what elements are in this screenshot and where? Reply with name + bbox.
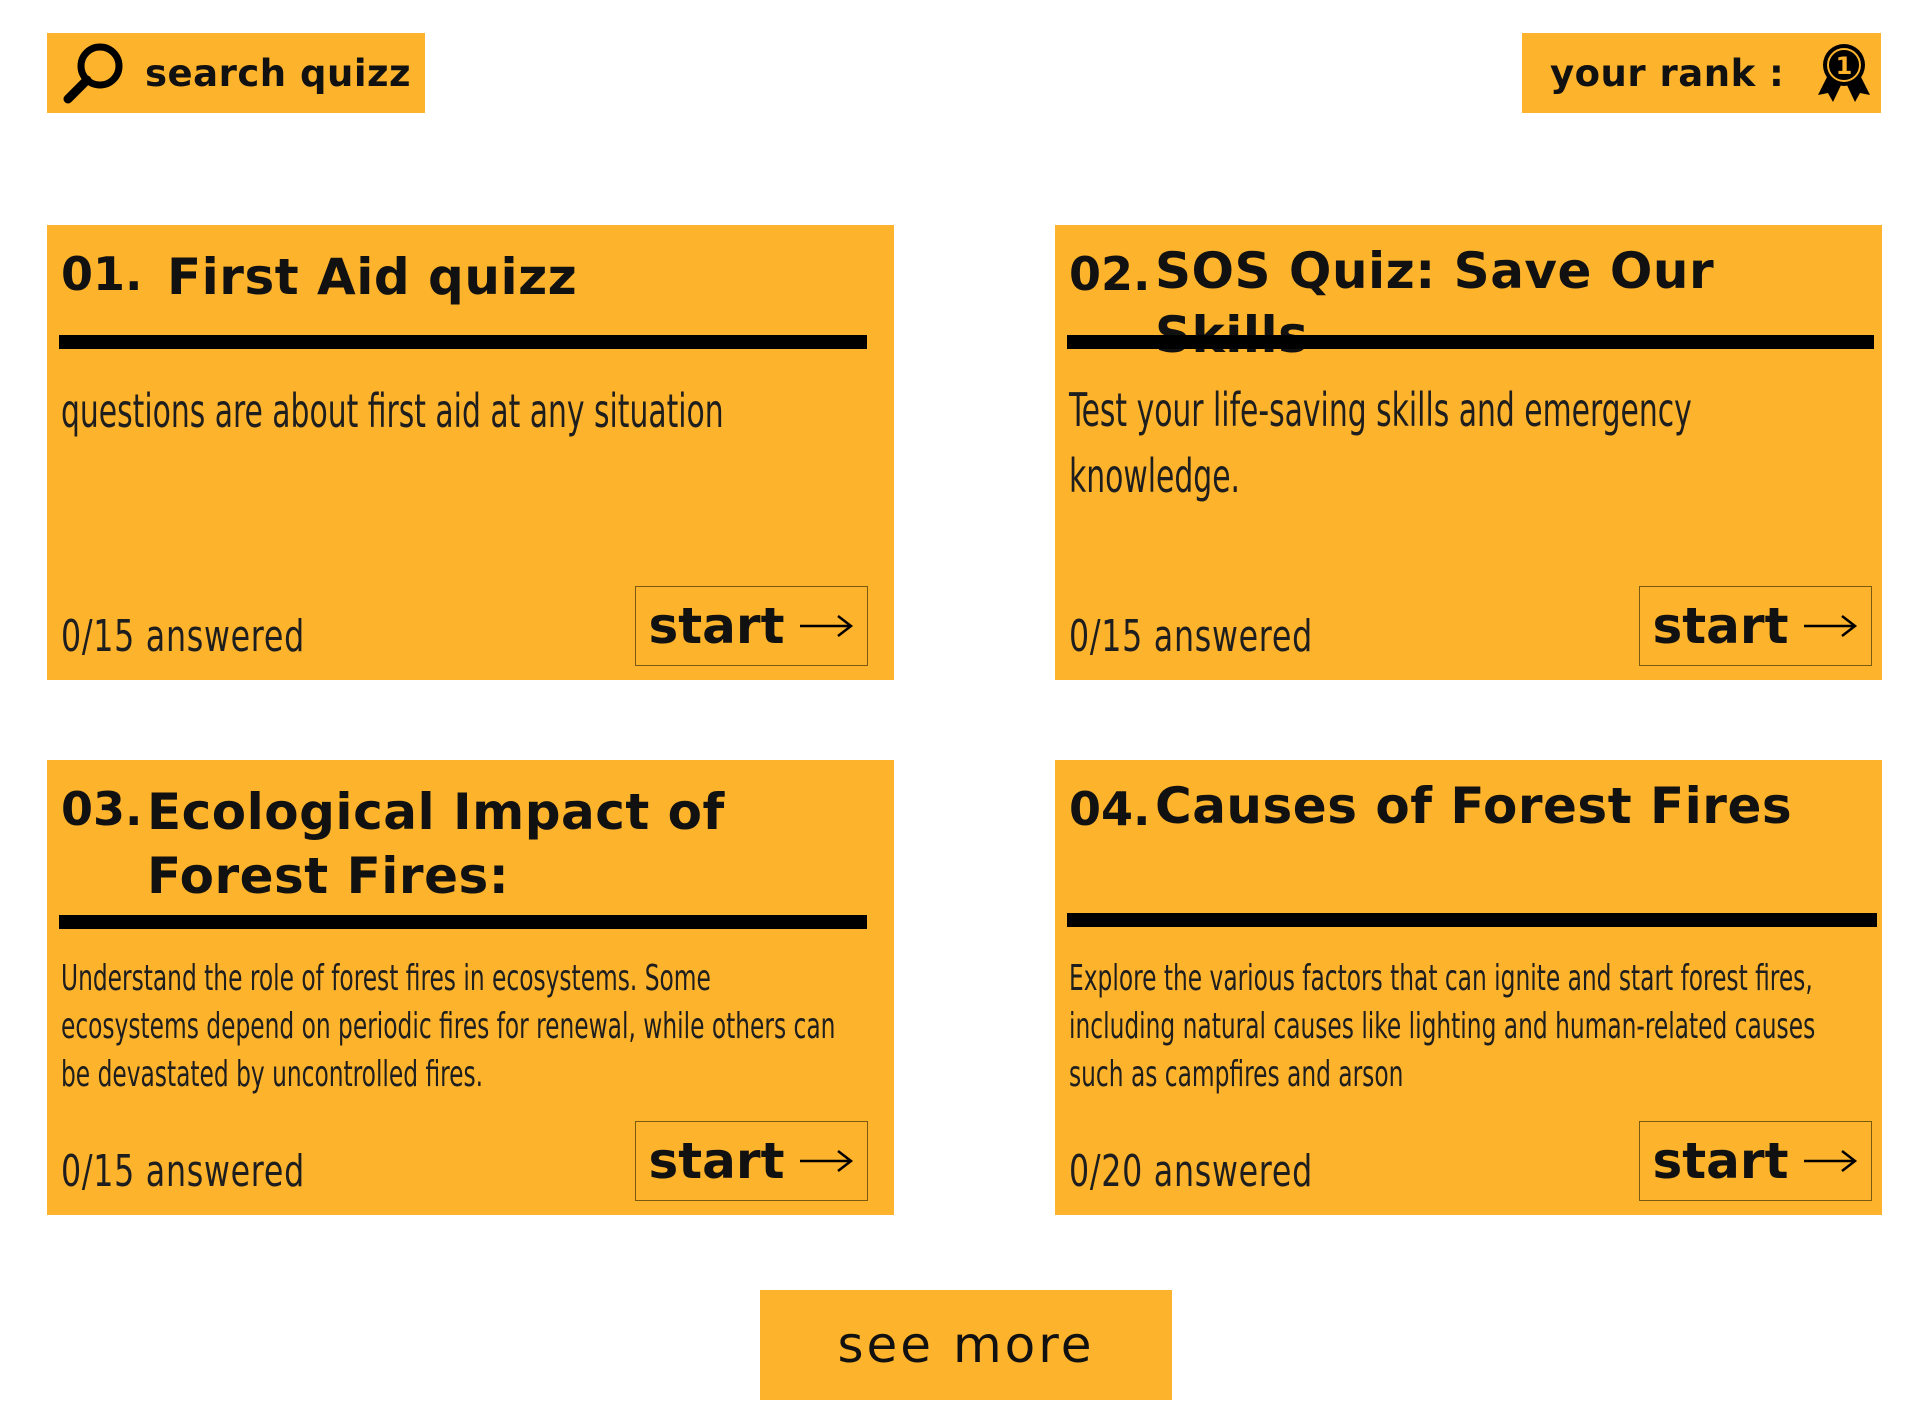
start-quiz-button[interactable]: start [635, 1121, 868, 1201]
title-divider [59, 335, 867, 349]
start-quiz-button[interactable]: start [1639, 586, 1872, 666]
quiz-description: Explore the various factors that can ign… [1069, 958, 1816, 1095]
quiz-progress: 0/15 answered [61, 611, 305, 662]
quiz-card: 01. First Aid quizz questions are about … [47, 225, 894, 680]
start-label: start [648, 597, 785, 655]
search-quiz-button[interactable]: search quizz [47, 33, 425, 113]
quiz-description: Test your life-saving skills and emergen… [1069, 383, 1692, 503]
quiz-card: 02. SOS Quiz: Save Our Skills Test your … [1055, 225, 1882, 680]
quiz-description: questions are about first aid at any sit… [61, 384, 724, 438]
start-label: start [1652, 1132, 1789, 1190]
search-quiz-label: search quizz [145, 51, 412, 95]
start-label: start [1652, 597, 1789, 655]
start-label: start [648, 1132, 785, 1190]
see-more-label: see more [837, 1316, 1095, 1374]
medal-icon: 1 [1814, 41, 1874, 105]
title-divider [1067, 913, 1877, 927]
rank-value: 1 [1836, 52, 1853, 80]
quiz-title: First Aid quizz [167, 248, 578, 306]
arrow-right-icon [1804, 615, 1858, 637]
quiz-progress: 0/15 answered [1069, 611, 1313, 662]
quiz-number: 04. [1069, 782, 1151, 836]
title-divider [59, 915, 867, 929]
arrow-right-icon [800, 615, 854, 637]
see-more-button[interactable]: see more [760, 1290, 1172, 1400]
quiz-progress: 0/20 answered [1069, 1146, 1313, 1197]
arrow-right-icon [800, 1150, 854, 1172]
start-quiz-button[interactable]: start [1639, 1121, 1872, 1201]
quiz-number: 02. [1069, 247, 1151, 301]
arrow-right-icon [1804, 1150, 1858, 1172]
quiz-title: Ecological Impact of Forest Fires: [147, 783, 725, 905]
rank-label: your rank : [1550, 51, 1785, 95]
quiz-description: Understand the role of forest fires in e… [61, 958, 836, 1095]
quiz-progress: 0/15 answered [61, 1146, 305, 1197]
quiz-number: 03. [61, 782, 143, 836]
start-quiz-button[interactable]: start [635, 586, 868, 666]
quiz-card: 04. Causes of Forest Fires Explore the v… [1055, 760, 1882, 1215]
search-icon [59, 38, 129, 108]
rank-box: your rank : 1 [1522, 33, 1881, 113]
title-divider [1067, 335, 1874, 349]
quiz-card: 03. Ecological Impact of Forest Fires: U… [47, 760, 894, 1215]
quiz-title: Causes of Forest Fires [1155, 777, 1793, 835]
quiz-number: 01. [61, 247, 143, 301]
